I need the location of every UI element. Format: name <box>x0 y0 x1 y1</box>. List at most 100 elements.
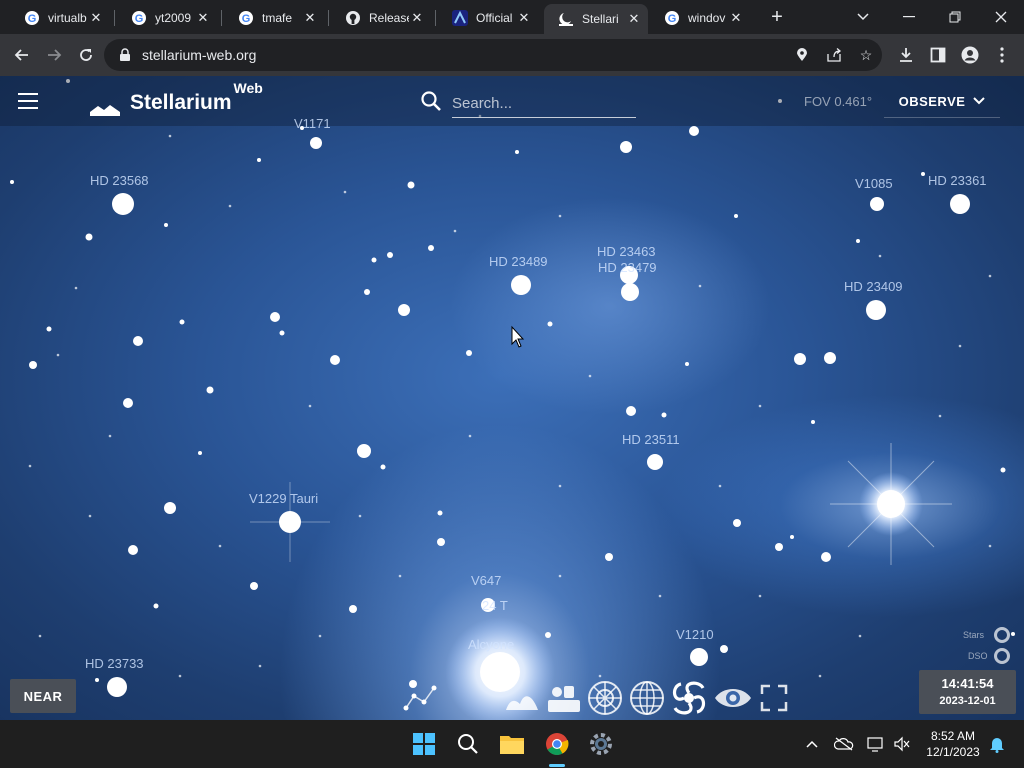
onedrive-offline-icon[interactable] <box>834 734 854 754</box>
star-label[interactable]: V1210 <box>676 627 714 642</box>
close-tab-icon[interactable]: ✕ <box>88 10 104 26</box>
star-label[interactable]: V1229 Tauri <box>249 491 318 506</box>
constellation-lines-icon[interactable] <box>400 678 440 718</box>
star-label[interactable]: V1085 <box>855 176 893 191</box>
star-hd23489[interactable] <box>511 275 531 295</box>
fullscreen-icon[interactable] <box>754 678 794 718</box>
dso-toggle[interactable] <box>994 648 1010 664</box>
star-label[interactable]: V1171 <box>294 116 331 131</box>
star-bright[interactable] <box>877 490 905 518</box>
star-v1210[interactable] <box>690 648 708 666</box>
url-text[interactable]: stellarium-web.org <box>142 47 256 63</box>
chevron-down-icon <box>973 96 986 108</box>
star-label[interactable]: 24 T <box>482 598 508 613</box>
search-input[interactable] <box>452 90 636 118</box>
star-v1171[interactable] <box>310 137 322 149</box>
tab-stellarium[interactable]: Stellari ✕ <box>544 4 648 34</box>
more-menu-icon[interactable] <box>988 41 1016 69</box>
system-clock[interactable]: 8:52 AM 12/1/2023 <box>918 728 988 760</box>
close-window-icon[interactable] <box>978 0 1024 34</box>
tab-separator <box>328 10 329 26</box>
stars-toggle[interactable] <box>994 627 1010 643</box>
stellarium-brand[interactable]: StellariumWeb <box>130 80 263 115</box>
star-hd23511[interactable] <box>647 454 663 470</box>
side-panel-icon[interactable] <box>924 41 952 69</box>
star-hd23361[interactable] <box>950 194 970 214</box>
tab-virtualb[interactable]: G virtualb ✕ <box>10 4 110 32</box>
search-icon[interactable] <box>420 90 442 112</box>
sky-view[interactable]: StellariumWeb FOV 0.461° OBSERVE V1171 H… <box>0 76 1024 720</box>
share-icon[interactable] <box>824 45 844 65</box>
deep-sky-objects-icon[interactable] <box>669 678 709 718</box>
chrome-icon[interactable] <box>541 728 573 760</box>
landscape-icon[interactable] <box>502 678 542 718</box>
star-hd23409[interactable] <box>866 300 886 320</box>
settings-icon[interactable] <box>585 728 617 760</box>
tab-yt2009[interactable]: G yt2009 ✕ <box>117 4 217 32</box>
faint-stars <box>28 114 992 678</box>
star-label[interactable]: HD 23568 <box>90 173 149 188</box>
equatorial-grid-icon[interactable] <box>627 678 667 718</box>
close-tab-icon[interactable]: ✕ <box>302 10 318 26</box>
date-time-panel[interactable]: 14:41:54 2023-12-01 <box>919 670 1016 714</box>
star-label[interactable]: V647 <box>471 573 501 588</box>
close-tab-icon[interactable]: ✕ <box>409 10 425 26</box>
file-explorer-icon[interactable] <box>496 728 528 760</box>
reload-icon[interactable] <box>72 41 100 69</box>
tab-release[interactable]: Release ✕ <box>331 4 431 32</box>
close-tab-icon[interactable]: ✕ <box>626 11 642 27</box>
stellarium-logo-icon[interactable] <box>88 84 122 118</box>
star-label[interactable]: Alcyone <box>468 637 514 652</box>
location-icon[interactable] <box>792 45 812 65</box>
star-label[interactable]: HD 23463 <box>597 244 656 259</box>
observe-button[interactable]: OBSERVE <box>884 86 1000 118</box>
volume-muted-icon[interactable] <box>892 734 912 754</box>
star-label[interactable]: HD 23511 <box>622 432 680 447</box>
download-icon[interactable] <box>892 41 920 69</box>
tab-title: windov <box>688 11 726 25</box>
new-tab-button[interactable]: + <box>764 4 790 30</box>
tab-windov[interactable]: G windov ✕ <box>650 4 750 32</box>
forward-icon[interactable] <box>40 41 68 69</box>
star-label[interactable]: HD 23409 <box>844 279 903 294</box>
lock-icon[interactable] <box>118 48 132 62</box>
night-mode-eye-icon[interactable] <box>713 678 753 718</box>
tab-official[interactable]: Official ✕ <box>438 4 538 32</box>
star-hd23568[interactable] <box>112 193 134 215</box>
close-tab-icon[interactable]: ✕ <box>516 10 532 26</box>
azimuthal-grid-icon[interactable] <box>585 678 625 718</box>
tab-title: Release <box>369 11 409 25</box>
minimize-icon[interactable] <box>886 0 932 34</box>
menu-icon[interactable] <box>18 93 38 109</box>
restore-icon[interactable] <box>932 0 978 34</box>
dso-toggle-label: DSO <box>968 651 988 661</box>
tab-tmafe[interactable]: G tmafe ✕ <box>224 4 324 32</box>
star-v1229-tauri[interactable] <box>279 511 301 533</box>
observe-label: OBSERVE <box>898 94 966 109</box>
search-icon[interactable] <box>452 728 484 760</box>
tray-chevron-up-icon[interactable] <box>802 734 822 754</box>
profile-icon[interactable] <box>956 41 984 69</box>
close-tab-icon[interactable]: ✕ <box>195 10 211 26</box>
star-label[interactable]: HD 23479 <box>598 260 657 275</box>
windows-start-icon[interactable] <box>408 728 440 760</box>
tab-title: yt2009 <box>155 11 192 25</box>
star-label[interactable]: HD 23361 <box>928 173 987 188</box>
close-tab-icon[interactable]: ✕ <box>728 10 744 26</box>
star-hd23479[interactable] <box>621 283 639 301</box>
tab-title: Stellari <box>582 12 619 26</box>
address-bar[interactable]: stellarium-web.org ☆ <box>104 39 882 71</box>
star-v1085[interactable] <box>870 197 884 211</box>
tab-search-chevron-icon[interactable] <box>840 0 886 34</box>
browser-tab-strip: G virtualb ✕ G yt2009 ✕ G tmafe ✕ Releas… <box>0 0 1024 34</box>
near-button[interactable]: NEAR <box>10 679 76 713</box>
star-hd23733[interactable] <box>107 677 127 697</box>
back-icon[interactable] <box>8 41 36 69</box>
star-label[interactable]: HD 23489 <box>489 254 548 269</box>
network-icon[interactable] <box>866 734 886 754</box>
date-text: 2023-12-01 <box>939 695 996 707</box>
bookmark-star-icon[interactable]: ☆ <box>856 45 876 65</box>
star-label[interactable]: HD 23733 <box>85 656 144 671</box>
notification-bell-icon[interactable] <box>987 734 1007 754</box>
atmosphere-icon[interactable] <box>544 678 584 718</box>
